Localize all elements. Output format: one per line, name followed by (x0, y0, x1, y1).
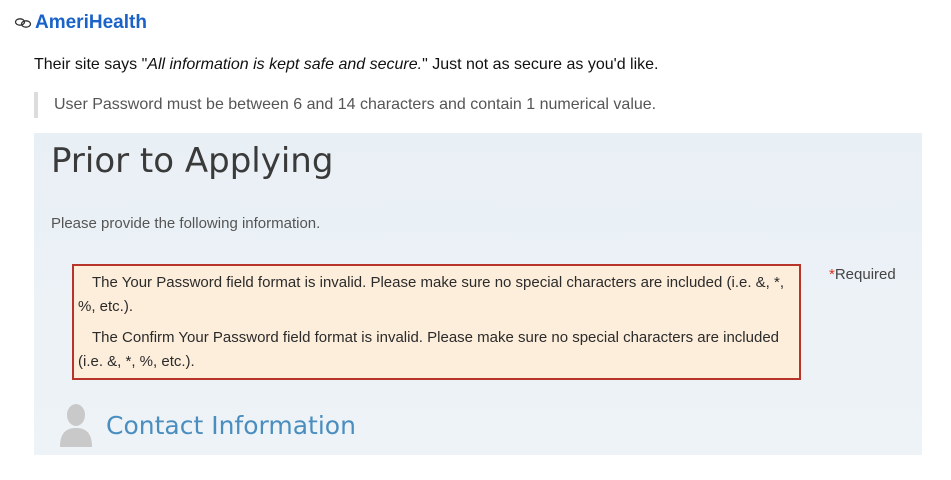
site-name-link[interactable]: AmeriHealth (35, 12, 147, 34)
error-message: The Confirm Your Password field format i… (78, 329, 779, 370)
required-note: *Required (829, 266, 896, 283)
required-label: Required (834, 266, 896, 283)
intro-prefix: Their site says " (34, 56, 148, 73)
intro-suffix: " Just not as secure as you'd like. (422, 56, 659, 73)
link-icon (14, 16, 32, 30)
form-instructions: Please provide the following information… (51, 215, 321, 232)
password-rule-quote: User Password must be between 6 and 14 c… (34, 92, 656, 118)
page-title: Prior to Applying (51, 141, 334, 181)
intro-quote: All information is kept safe and secure. (147, 56, 423, 73)
person-icon (58, 403, 94, 447)
error-summary: The Your Password field format is invali… (72, 264, 801, 380)
error-message: The Your Password field format is invali… (78, 274, 785, 315)
contact-section-header: Contact Information (58, 403, 356, 447)
section-title-contact: Contact Information (106, 410, 356, 440)
intro-text: Their site says "All information is kept… (34, 56, 658, 74)
form-panel: Prior to Applying Please provide the fol… (34, 133, 922, 455)
header: AmeriHealth (14, 12, 147, 34)
